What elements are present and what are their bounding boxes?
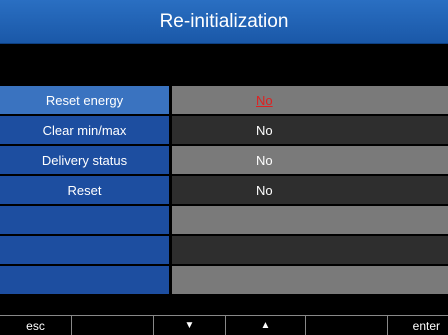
menu-row-empty-1: [0, 206, 448, 234]
menu-value-reset-energy[interactable]: No: [172, 86, 448, 114]
softkey-blank-2[interactable]: [306, 316, 388, 335]
esc-button[interactable]: esc: [0, 316, 72, 335]
arrow-up-icon: ▲: [260, 320, 271, 331]
menu-value-reset[interactable]: No: [172, 176, 448, 204]
menu-value-clear-min-max[interactable]: No: [172, 116, 448, 144]
device-screen: Re-initialization Reset energy No Clear …: [0, 0, 448, 335]
menu-label-reset-energy[interactable]: Reset energy: [0, 86, 172, 114]
header-spacer: [0, 44, 448, 84]
menu-value-empty-2: [172, 236, 448, 264]
menu-label-delivery-status[interactable]: Delivery status: [0, 146, 172, 174]
softkey-blank-1[interactable]: [72, 316, 154, 335]
menu-value-delivery-status[interactable]: No: [172, 146, 448, 174]
value-text-delivery-status: No: [256, 152, 273, 168]
menu-row-empty-2: [0, 236, 448, 264]
down-button[interactable]: ▼: [154, 316, 226, 335]
menu-label-empty-1: [0, 206, 172, 234]
menu-row-reset[interactable]: Reset No: [0, 176, 448, 204]
menu-value-empty-3: [172, 266, 448, 294]
menu-row-reset-energy[interactable]: Reset energy No: [0, 86, 448, 114]
menu-label-empty-2: [0, 236, 172, 264]
value-text-reset-energy: No: [256, 92, 273, 108]
arrow-down-icon: ▼: [184, 320, 195, 331]
page-title: Re-initialization: [0, 0, 448, 44]
settings-list: Reset energy No Clear min/max No Deliver…: [0, 86, 448, 296]
menu-row-empty-3: [0, 266, 448, 294]
menu-label-clear-min-max[interactable]: Clear min/max: [0, 116, 172, 144]
menu-row-clear-min-max[interactable]: Clear min/max No: [0, 116, 448, 144]
value-text-clear-min-max: No: [256, 122, 273, 138]
menu-row-delivery-status[interactable]: Delivery status No: [0, 146, 448, 174]
enter-button[interactable]: enter: [388, 316, 448, 335]
menu-value-empty-1: [172, 206, 448, 234]
menu-label-reset[interactable]: Reset: [0, 176, 172, 204]
value-text-reset: No: [256, 182, 273, 198]
menu-label-empty-3: [0, 266, 172, 294]
softkey-bar: esc ▼ ▲ enter: [0, 315, 448, 335]
up-button[interactable]: ▲: [226, 316, 306, 335]
